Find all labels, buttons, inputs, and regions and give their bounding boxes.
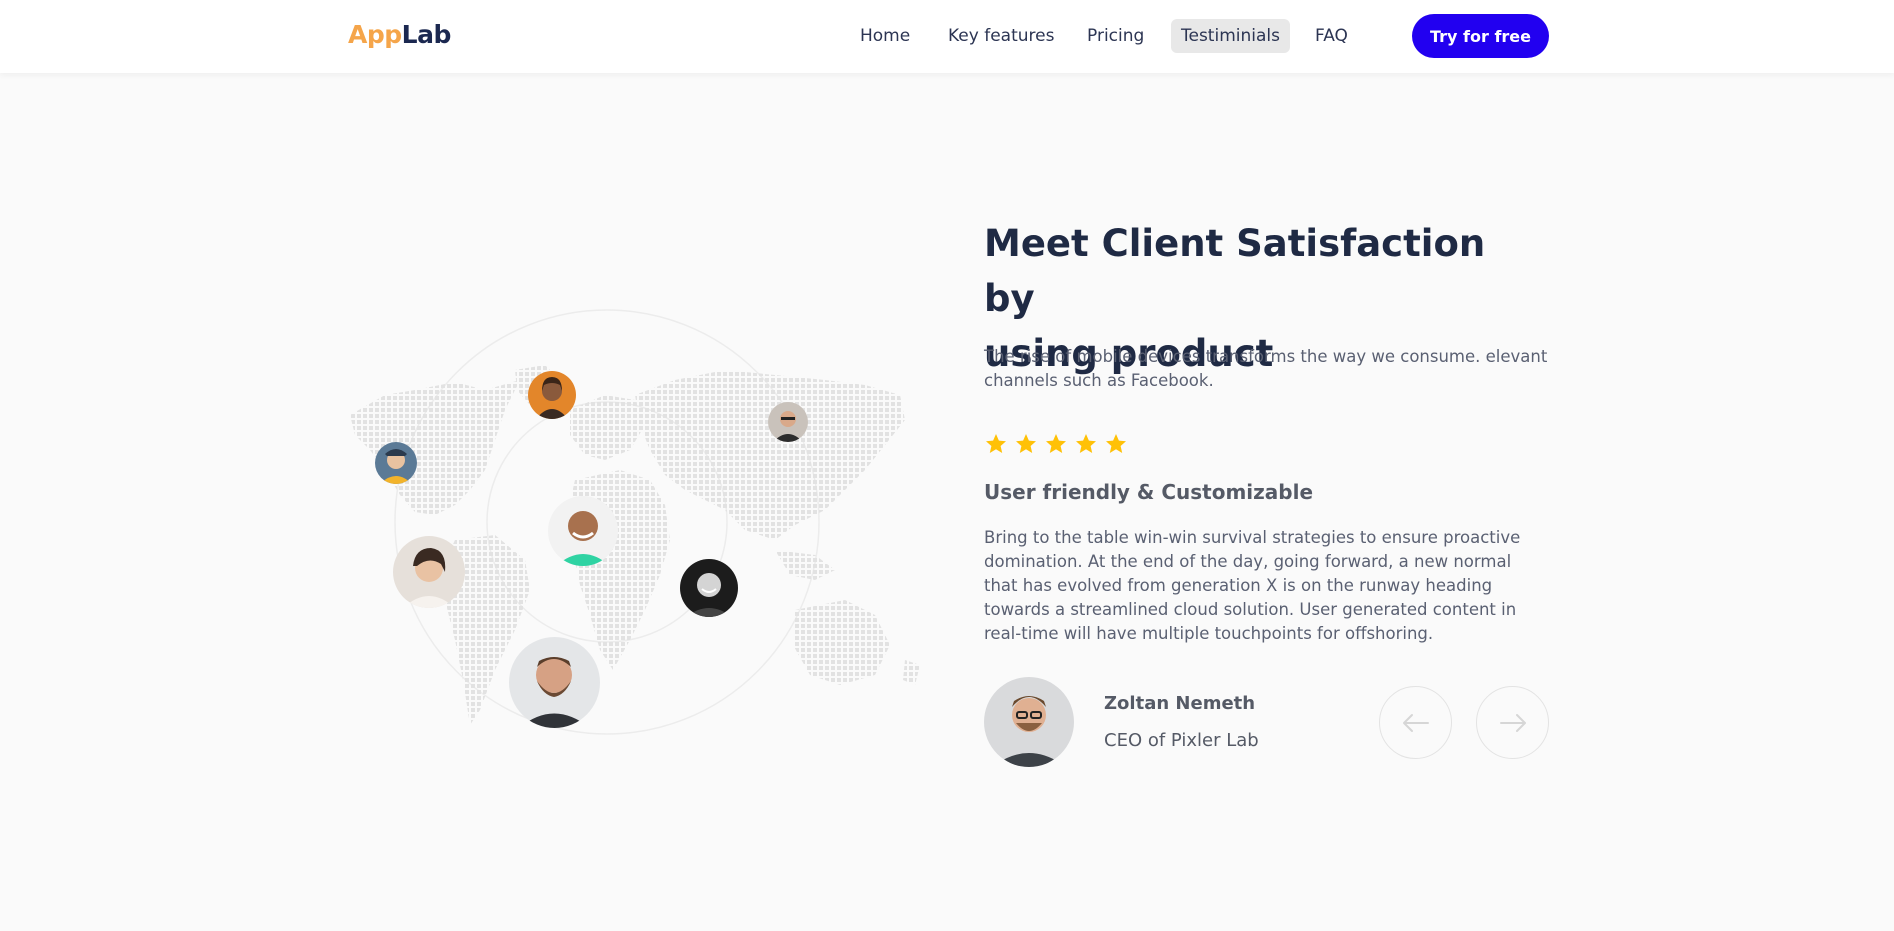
- section-lead-text: The rise of mobile devices transforms th…: [984, 347, 1548, 390]
- world-map-graphic: [350, 309, 920, 735]
- author-avatar: [984, 677, 1074, 767]
- user-avatar: [393, 536, 465, 608]
- user-avatar: [680, 559, 738, 617]
- logo[interactable]: AppLab: [348, 20, 451, 49]
- nav-key-features[interactable]: Key features: [938, 19, 1064, 53]
- testimonial-body: Bring to the table win-win survival stra…: [984, 528, 1521, 643]
- nav-faq[interactable]: FAQ: [1305, 19, 1358, 53]
- user-avatar: [375, 442, 417, 484]
- arrow-left-icon: [1402, 713, 1429, 732]
- nav-testimonials[interactable]: Testiminials: [1171, 19, 1290, 53]
- author-role: CEO of Pixler Lab: [1104, 730, 1259, 751]
- star-icon: [1046, 434, 1066, 453]
- try-for-free-button[interactable]: Try for free: [1412, 14, 1549, 58]
- top-nav-bar: AppLab Home Key features Pricing Testimi…: [0, 0, 1894, 73]
- nav-home[interactable]: Home: [850, 19, 920, 53]
- nav-pricing[interactable]: Pricing: [1077, 19, 1154, 53]
- logo-app-text: App: [348, 20, 402, 49]
- star-icon: [1106, 434, 1126, 453]
- author-name: Zoltan Nemeth: [1104, 693, 1256, 714]
- rating-stars: [984, 432, 1128, 456]
- arrow-right-icon: [1499, 713, 1526, 732]
- user-avatar: [768, 402, 808, 442]
- user-avatar: [548, 496, 618, 566]
- testimonial-subheading: User friendly & Customizable: [984, 480, 1314, 504]
- logo-lab-text: Lab: [401, 20, 452, 49]
- star-icon: [1016, 434, 1036, 453]
- prev-testimonial-button[interactable]: [1379, 686, 1452, 759]
- star-icon: [986, 434, 1006, 453]
- next-testimonial-button[interactable]: [1476, 686, 1549, 759]
- star-icon: [1076, 434, 1096, 453]
- user-avatar: [509, 637, 600, 728]
- world-map-illustration: [345, 300, 920, 740]
- user-avatar: [528, 371, 576, 419]
- section-title-line1: Meet Client Satisfaction by: [984, 222, 1486, 320]
